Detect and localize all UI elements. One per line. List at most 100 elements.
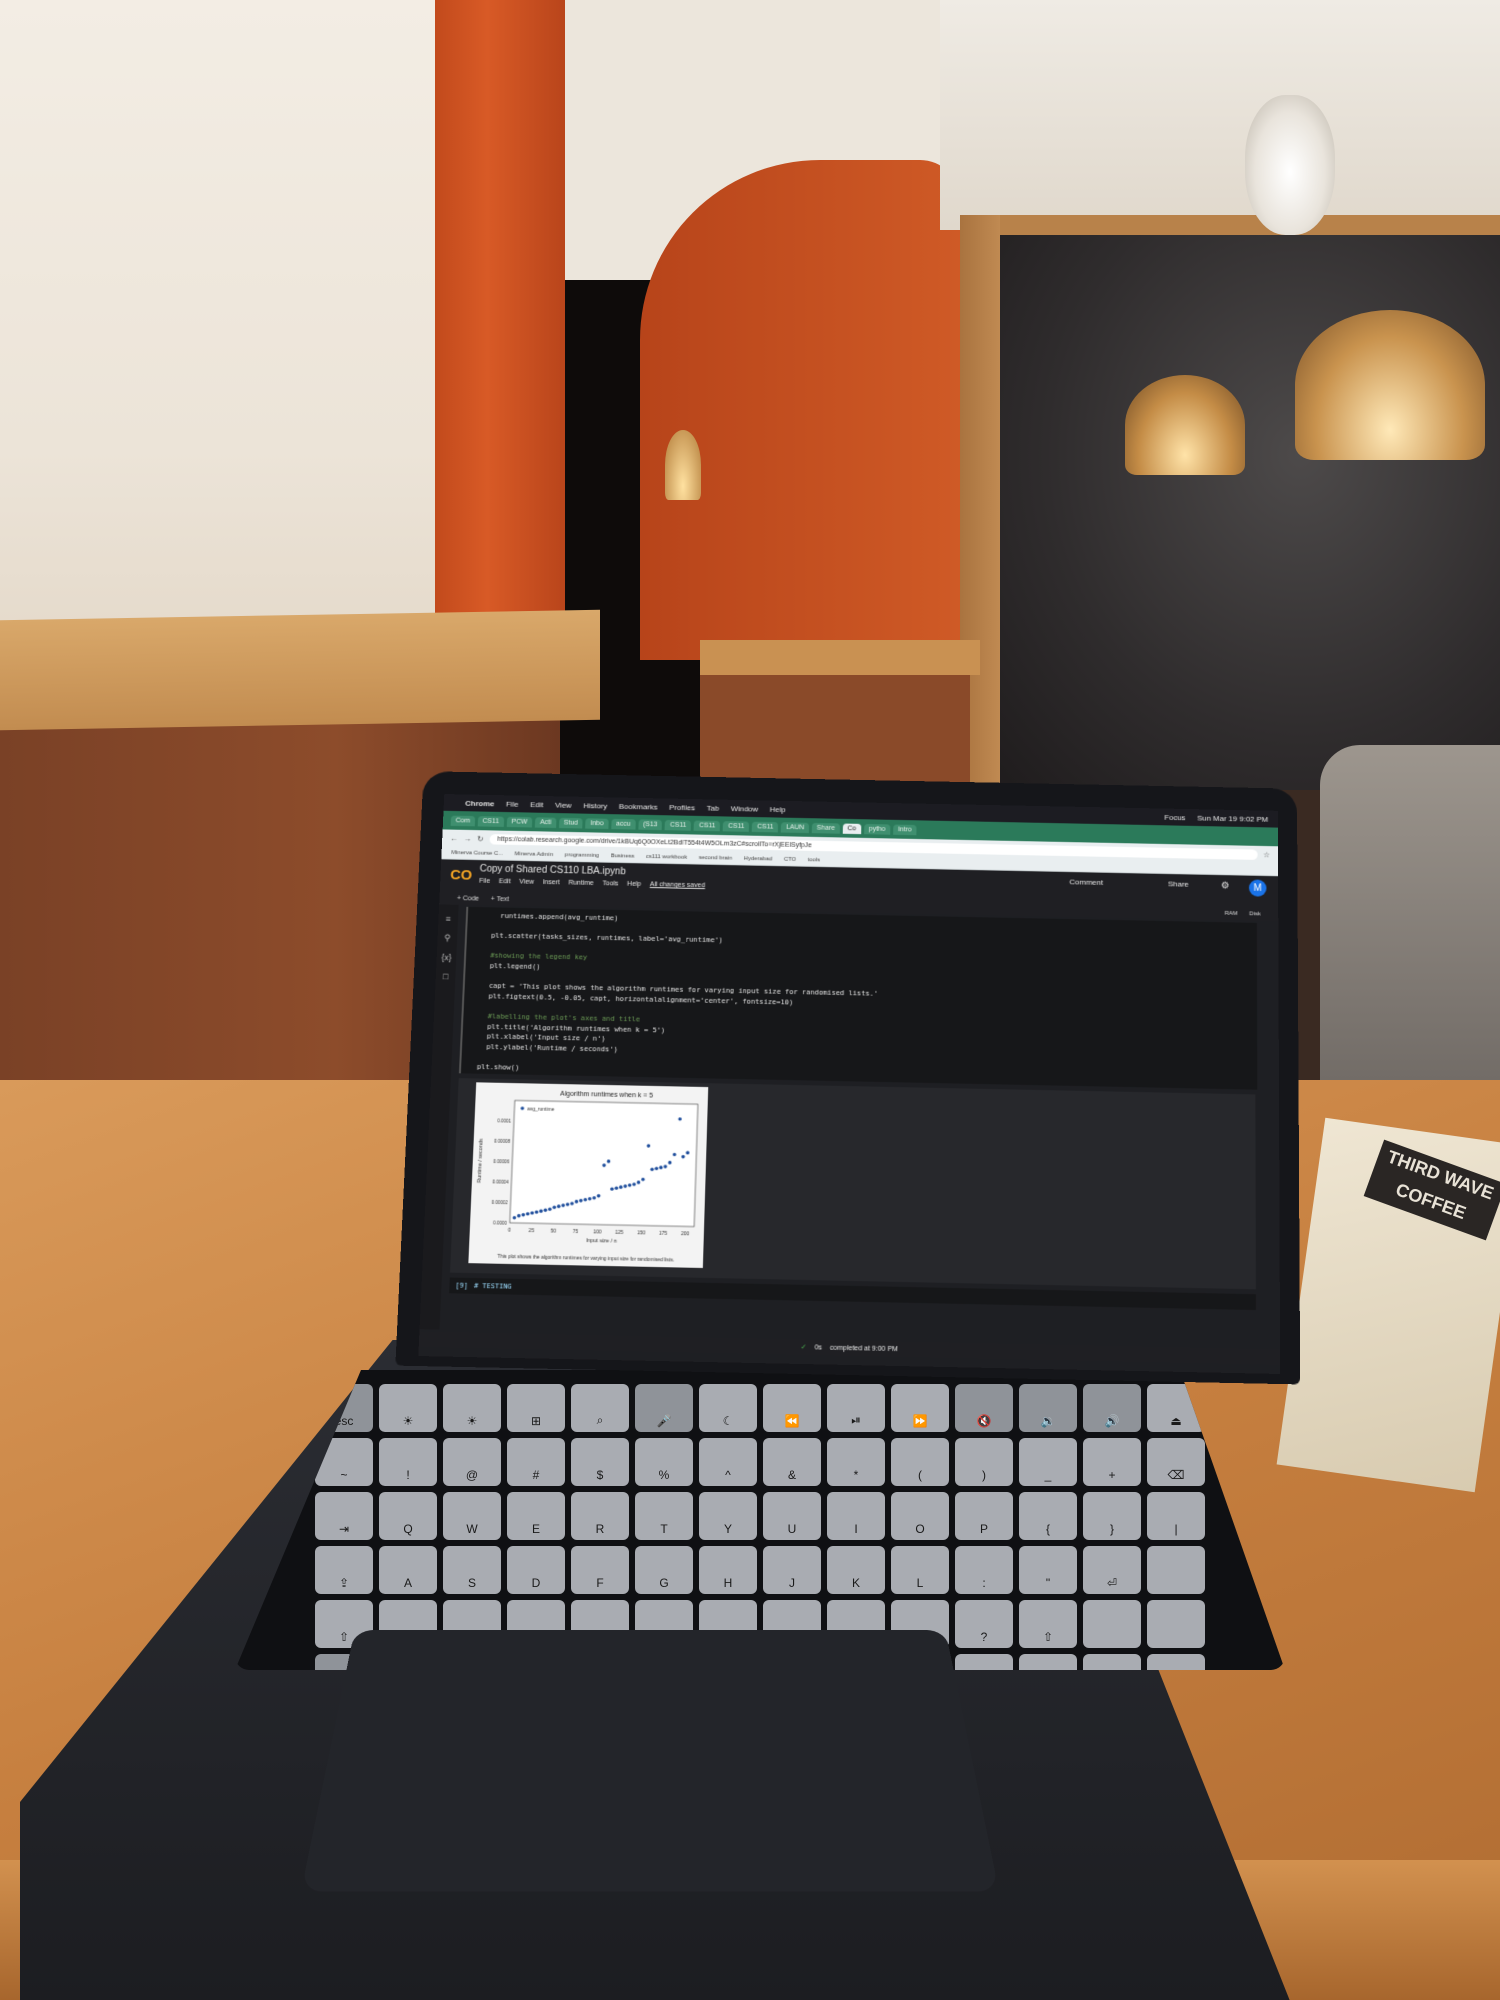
keyboard-key[interactable]: " — [1019, 1546, 1077, 1594]
keyboard-key[interactable]: ! — [379, 1438, 437, 1486]
keyboard-key[interactable]: ☾ — [699, 1384, 757, 1432]
keyboard-key[interactable]: K — [827, 1546, 885, 1594]
ram-label[interactable]: RAM — [1225, 911, 1238, 917]
menubar-item[interactable]: Tab — [706, 804, 719, 813]
keyboard-key[interactable]: # — [507, 1438, 565, 1486]
bookmark-item[interactable]: Minerva Admin — [515, 851, 554, 857]
notebook-menu-item[interactable]: Edit — [499, 878, 511, 885]
keyboard-key[interactable]: 🎤 — [635, 1384, 693, 1432]
share-button[interactable]: Share — [1168, 880, 1189, 889]
keyboard-key[interactable]: 🔇 — [955, 1384, 1013, 1432]
bookmark-item[interactable]: tools — [808, 857, 820, 863]
focus-indicator[interactable]: Focus — [1164, 813, 1185, 822]
keyboard-key[interactable]: A — [379, 1546, 437, 1594]
menubar-item[interactable]: Window — [731, 804, 759, 813]
notebook-menu-item[interactable]: File — [479, 878, 490, 885]
browser-tab[interactable]: accu — [611, 818, 635, 829]
keyboard-key[interactable]: ? — [955, 1600, 1013, 1648]
keyboard-key[interactable]: Q — [379, 1492, 437, 1540]
menubar-clock[interactable]: Sun Mar 19 9:02 PM — [1197, 813, 1268, 823]
keyboard-key[interactable]: Y — [699, 1492, 757, 1540]
keyboard-key[interactable]: ^ — [699, 1438, 757, 1486]
keyboard-key[interactable]: + — [1083, 1438, 1141, 1486]
notebook-title[interactable]: Copy of Shared CS110 LBA.ipynb — [479, 864, 625, 877]
keyboard-key[interactable]: H — [699, 1546, 757, 1594]
browser-tab[interactable]: CS11 — [723, 821, 749, 832]
bookmark-item[interactable]: Business — [611, 853, 635, 859]
gear-icon[interactable]: ⚙ — [1221, 881, 1230, 892]
keyboard-key[interactable]: ⌕ — [571, 1384, 629, 1432]
notebook-menu-item[interactable]: Help — [627, 881, 641, 888]
browser-tab[interactable]: CS11 — [477, 816, 504, 827]
notebook-menu-item[interactable]: Runtime — [568, 880, 594, 887]
keyboard-key[interactable] — [1083, 1600, 1141, 1648]
keyboard-key[interactable]: ⇪ — [315, 1546, 373, 1594]
keyboard-key[interactable]: ⏩ — [891, 1384, 949, 1432]
trackpad[interactable] — [301, 1630, 999, 1892]
browser-tab[interactable]: CS11 — [694, 820, 720, 831]
add-text-button[interactable]: + Text — [491, 896, 510, 903]
keyboard-key[interactable]: } — [1083, 1492, 1141, 1540]
toc-icon[interactable]: ≡ — [438, 914, 458, 924]
code-cell[interactable]: runtimes.append(avg_runtime) plt.scatter… — [459, 907, 1257, 1090]
code-editor[interactable]: runtimes.append(avg_runtime) plt.scatter… — [477, 911, 880, 1080]
keyboard-key[interactable]: 🔉 — [1019, 1384, 1077, 1432]
notebook-menu-item[interactable]: View — [519, 879, 534, 886]
forward-icon[interactable]: → — [463, 834, 471, 843]
browser-tab[interactable]: Com — [451, 815, 475, 826]
browser-tab[interactable]: Intro — [893, 824, 916, 835]
keyboard-key[interactable]: W — [443, 1492, 501, 1540]
menubar-item[interactable]: View — [555, 800, 572, 809]
keyboard-key[interactable]: P — [955, 1492, 1013, 1540]
keyboard-key[interactable]: | — [1147, 1492, 1205, 1540]
bookmark-item[interactable]: cs111 workbook — [646, 854, 687, 860]
add-code-button[interactable]: + Code — [457, 895, 479, 902]
bookmark-item[interactable]: CTO — [784, 856, 796, 862]
bookmark-item[interactable]: programming — [565, 852, 600, 858]
keyboard-key[interactable]: ) — [955, 1438, 1013, 1486]
browser-tab[interactable]: Acti — [535, 817, 556, 828]
keyboard-key[interactable]: U — [763, 1492, 821, 1540]
keyboard-key[interactable]: ⇧ — [1019, 1600, 1077, 1648]
browser-tab[interactable]: CS11 — [665, 819, 691, 830]
search-icon[interactable]: ⚲ — [437, 933, 457, 944]
disk-label[interactable]: Disk — [1249, 911, 1260, 917]
keyboard-key[interactable]: T — [635, 1492, 693, 1540]
save-status[interactable]: All changes saved — [650, 881, 705, 889]
keyboard-key[interactable]: ⊞ — [507, 1384, 565, 1432]
browser-tab[interactable]: LAUN — [781, 822, 809, 833]
menubar-item[interactable]: File — [506, 799, 519, 808]
star-icon[interactable]: ☆ — [1263, 850, 1270, 859]
keyboard-key[interactable]: ☀ — [379, 1384, 437, 1432]
notebook-menu-item[interactable]: Insert — [543, 879, 560, 886]
folder-icon[interactable]: □ — [436, 972, 456, 982]
comment-button[interactable]: Comment — [1069, 878, 1103, 887]
keyboard-key[interactable]: F — [571, 1546, 629, 1594]
keyboard-key[interactable]: ⌫ — [1147, 1438, 1205, 1486]
keyboard-key[interactable]: S — [443, 1546, 501, 1594]
bookmark-item[interactable]: Hyderabad — [744, 856, 773, 862]
keyboard-key[interactable]: % — [635, 1438, 693, 1486]
keyboard-key[interactable]: $ — [571, 1438, 629, 1486]
keyboard-key[interactable]: I — [827, 1492, 885, 1540]
keyboard-key[interactable]: & — [763, 1438, 821, 1486]
browser-tab[interactable]: PCW — [507, 816, 533, 827]
bookmark-item[interactable]: second brain — [699, 855, 732, 861]
keyboard-key[interactable]: ☀ — [443, 1384, 501, 1432]
keyboard-key[interactable]: D — [507, 1546, 565, 1594]
keyboard-key[interactable]: : — [955, 1546, 1013, 1594]
keyboard[interactable]: esc ☀ ☀ ⊞ ⌕ 🎤 ☾ ⏪ ⏯ ⏩ 🔇 🔉 🔊 ⏏ ~! @ # $% ^ & *() _ + ⌫ ⇥ Q W E R T Y U I O… — [235, 1370, 1285, 1670]
keyboard-key[interactable]: L — [891, 1546, 949, 1594]
browser-tab[interactable]: Inbo — [585, 818, 608, 829]
variables-icon[interactable]: {x} — [437, 953, 457, 963]
menubar-item[interactable]: Chrome — [465, 799, 495, 808]
browser-tab[interactable]: Stud — [559, 817, 583, 828]
cell-code[interactable]: # TESTING — [474, 1282, 512, 1291]
browser-tab[interactable]: CS11 — [752, 821, 778, 832]
notebook-menu-item[interactable]: Tools — [602, 880, 618, 887]
keyboard-key[interactable]: G — [635, 1546, 693, 1594]
bookmark-item[interactable]: Minerva Course C... — [451, 850, 503, 857]
menubar-item[interactable]: Bookmarks — [619, 802, 658, 811]
menubar-item[interactable]: Profiles — [669, 803, 695, 812]
back-icon[interactable]: ← — [450, 834, 458, 843]
